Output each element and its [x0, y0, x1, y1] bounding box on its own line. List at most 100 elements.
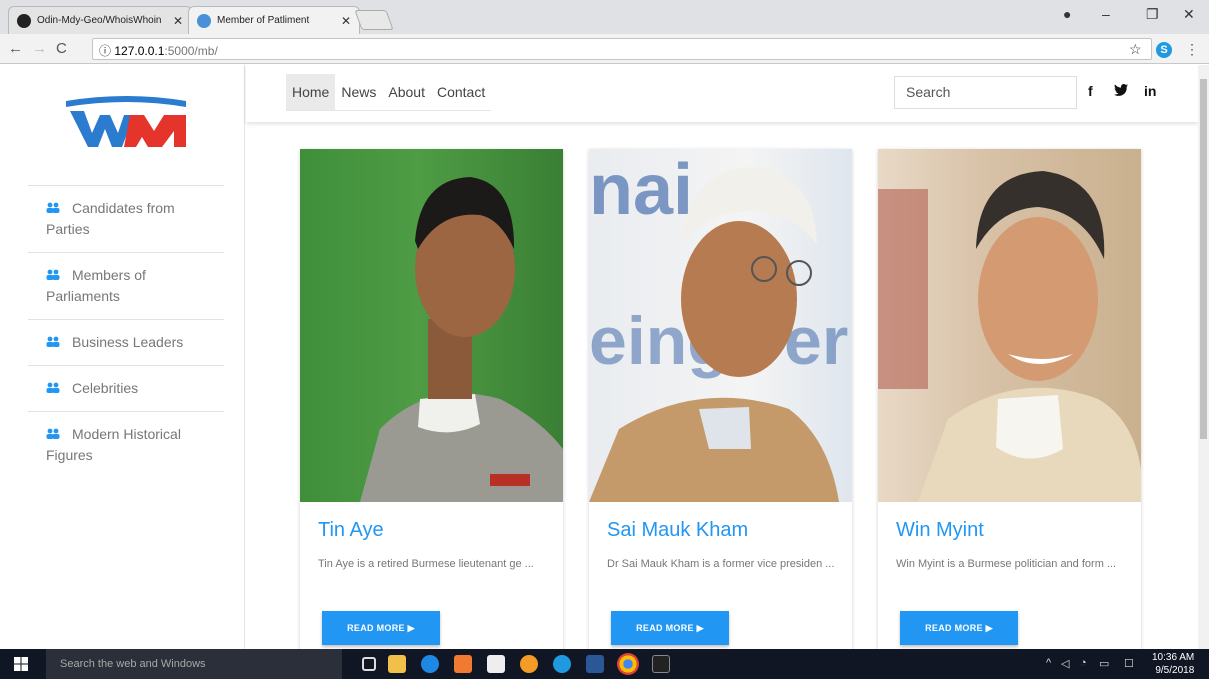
- skype-icon[interactable]: [553, 655, 571, 673]
- twitter-icon[interactable]: [1114, 84, 1128, 96]
- nav-news[interactable]: News: [335, 74, 382, 110]
- browser-tab-strip: Odin-Mdy-Geo/WhoisWhoin ✕ Member of Patl…: [0, 0, 1209, 34]
- read-more-button[interactable]: READ MORE ▶: [900, 611, 1018, 645]
- browser-toolbar: ← → C ⓘ 127.0.0.1:5000/mb/ ☆ S ⋮: [0, 34, 1209, 64]
- xampp-icon[interactable]: [454, 655, 472, 673]
- new-tab-button[interactable]: [354, 10, 394, 30]
- profile-cards: Tin Aye Tin Aye is a retired Burmese lie…: [300, 149, 1167, 649]
- tab-member-of-parliament[interactable]: Member of Patliment ✕: [188, 6, 360, 34]
- read-more-label: READ MORE: [925, 623, 983, 633]
- notifications-icon[interactable]: ☐: [1124, 657, 1134, 670]
- firefox-icon[interactable]: [520, 655, 538, 673]
- task-view-icon[interactable]: [362, 657, 376, 671]
- info-icon: ⓘ: [99, 44, 112, 58]
- sidebar: Candidates from Parties Members of Parliam…: [0, 65, 245, 649]
- reload-icon[interactable]: C: [56, 40, 67, 57]
- portrait-illustration: nai eing er: [589, 150, 848, 502]
- sidebar-item-label: Members of: [72, 267, 146, 283]
- site-logo[interactable]: [62, 93, 190, 151]
- read-more-button[interactable]: READ MORE ▶: [611, 611, 729, 645]
- profile-name[interactable]: Sai Mauk Kham: [607, 519, 748, 542]
- network-icon[interactable]: ◔: [1080, 657, 1087, 669]
- profile-name[interactable]: Tin Aye: [318, 519, 384, 542]
- play-icon: ▶: [985, 623, 993, 633]
- skype-extension-icon[interactable]: S: [1156, 42, 1172, 58]
- profile-card[interactable]: Tin Aye Tin Aye is a retired Burmese lie…: [300, 149, 563, 649]
- tray-chevron-icon[interactable]: ^: [1046, 657, 1051, 669]
- taskbar-search-input[interactable]: Search the web and Windows: [46, 649, 342, 679]
- sidebar-item-label: Modern Historical: [72, 426, 181, 442]
- read-more-button[interactable]: READ MORE ▶: [322, 611, 440, 645]
- battery-icon[interactable]: ▭: [1099, 657, 1109, 670]
- main-nav: Home News About Contact: [286, 74, 492, 111]
- sidebar-item-historical-figures[interactable]: Modern Historical Figures: [28, 411, 224, 478]
- restore-icon[interactable]: ❐: [1146, 6, 1159, 23]
- sidebar-item-label-cont: Parliaments: [46, 288, 120, 304]
- chrome-menu-icon[interactable]: ⋮: [1185, 41, 1199, 58]
- sidebar-item-celebrities[interactable]: Celebrities: [28, 365, 224, 411]
- profile-icon[interactable]: ●: [1063, 6, 1071, 22]
- close-tab-icon[interactable]: ✕: [341, 14, 351, 28]
- chrome-icon[interactable]: [617, 653, 639, 675]
- portrait-illustration: [360, 177, 563, 502]
- profile-description: Tin Aye is a retired Burmese lieutenant …: [318, 558, 534, 570]
- top-navbar: Home News About Contact Search f in: [246, 65, 1198, 122]
- play-icon: ▶: [407, 623, 415, 633]
- window-close-icon[interactable]: ✕: [1183, 6, 1195, 23]
- sidebar-item-business-leaders[interactable]: Business Leaders: [28, 319, 224, 365]
- forward-icon[interactable]: →: [32, 40, 47, 57]
- file-explorer-icon[interactable]: [388, 655, 406, 673]
- store-icon[interactable]: [487, 655, 505, 673]
- sidebar-item-label: Business Leaders: [72, 334, 184, 350]
- tab-title: Member of Patliment: [217, 15, 310, 26]
- profile-photo[interactable]: [300, 149, 563, 502]
- category-list: Candidates from Parties Members of Parliam…: [28, 185, 224, 478]
- profile-photo[interactable]: nai eing er: [589, 149, 852, 502]
- facebook-icon[interactable]: f: [1088, 83, 1093, 99]
- terminal-icon[interactable]: [652, 655, 670, 673]
- taskbar-clock[interactable]: 10:36 AM 9/5/2018: [1152, 651, 1194, 677]
- profile-photo[interactable]: [878, 149, 1141, 502]
- windows-start-icon[interactable]: [14, 657, 28, 671]
- nav-home[interactable]: Home: [286, 74, 336, 110]
- users-icon: [46, 202, 60, 213]
- site-favicon-icon: [197, 13, 211, 28]
- back-icon[interactable]: ←: [8, 40, 23, 57]
- sidebar-item-label-cont: Figures: [46, 447, 93, 463]
- nav-contact[interactable]: Contact: [431, 74, 491, 110]
- page-scrollbar[interactable]: [1198, 65, 1209, 649]
- users-icon: [46, 428, 60, 439]
- tab-github[interactable]: Odin-Mdy-Geo/WhoisWhoin ✕: [8, 6, 192, 34]
- url-host: 127.0.0.1: [114, 44, 165, 58]
- volume-icon[interactable]: ◁: [1061, 657, 1069, 670]
- users-icon: [46, 336, 60, 347]
- portrait-illustration: [878, 171, 1141, 502]
- sidebar-item-label-cont: Parties: [46, 221, 90, 237]
- close-tab-icon[interactable]: ✕: [173, 14, 183, 28]
- github-icon: [17, 13, 31, 28]
- profile-card[interactable]: nai eing er Sai Mauk Kham Dr Sai Mauk Kh…: [589, 149, 852, 649]
- sidebar-item-label: Candidates from: [72, 200, 175, 216]
- word-icon[interactable]: [586, 655, 604, 673]
- profile-card[interactable]: Win Myint Win Myint is a Burmese politic…: [878, 149, 1141, 649]
- play-icon: ▶: [696, 623, 704, 633]
- edge-icon[interactable]: [421, 655, 439, 673]
- profile-description: Win Myint is a Burmese politician and fo…: [896, 558, 1117, 570]
- sidebar-item-candidates[interactable]: Candidates from Parties: [28, 185, 224, 252]
- bookmark-star-icon[interactable]: ☆: [1129, 41, 1142, 58]
- url-path: :5000/mb/: [164, 44, 218, 58]
- minimize-icon[interactable]: –: [1102, 6, 1110, 22]
- users-icon: [46, 382, 60, 393]
- search-input[interactable]: Search: [894, 76, 1077, 109]
- address-bar[interactable]: ⓘ 127.0.0.1:5000/mb/: [92, 38, 1152, 60]
- clock-time: 10:36 AM: [1152, 652, 1195, 663]
- sidebar-item-members[interactable]: Members of Parliaments: [28, 252, 224, 319]
- scrollbar-thumb[interactable]: [1200, 79, 1207, 439]
- nav-about[interactable]: About: [382, 74, 431, 110]
- sidebar-item-label: Celebrities: [72, 380, 139, 396]
- clock-date: 9/5/2018: [1155, 665, 1195, 676]
- read-more-label: READ MORE: [636, 623, 694, 633]
- profile-name[interactable]: Win Myint: [896, 519, 984, 542]
- profile-description: Dr Sai Mauk Kham is a former vice presid…: [607, 558, 835, 570]
- linkedin-icon[interactable]: in: [1144, 83, 1156, 99]
